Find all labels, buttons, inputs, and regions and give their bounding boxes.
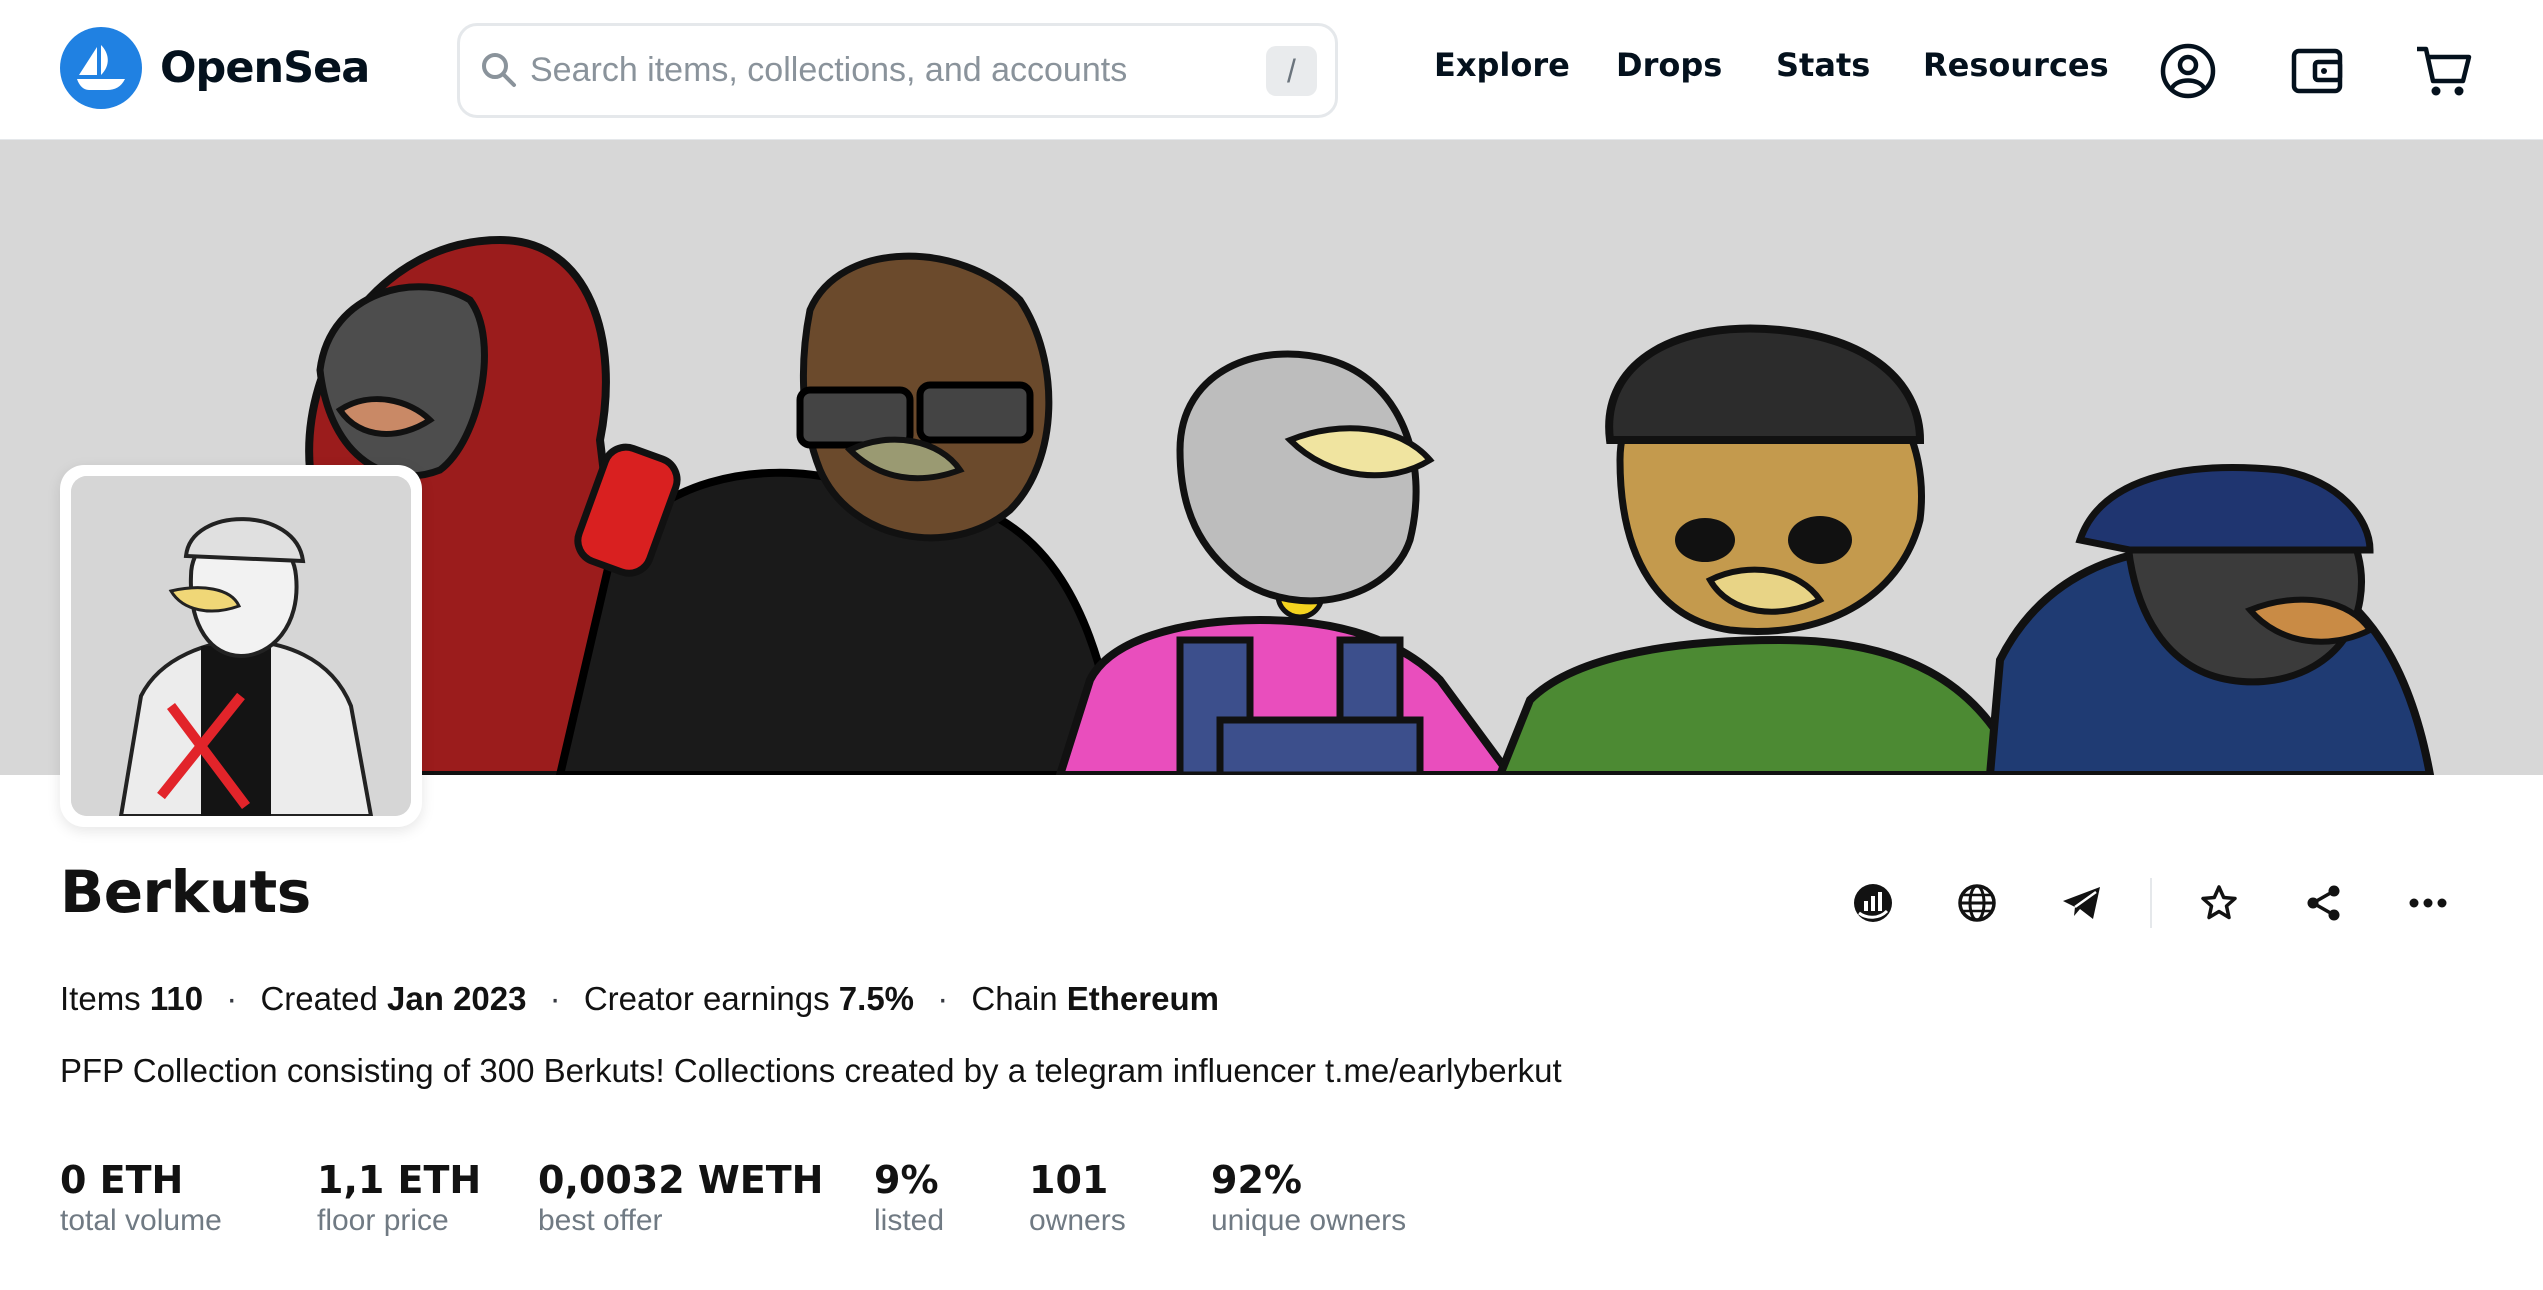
nav-resources[interactable]: Resources (1923, 46, 2109, 84)
telegram-icon[interactable] (2052, 873, 2112, 933)
profile-icon[interactable] (2155, 38, 2221, 104)
earnings-value: 7.5% (838, 980, 915, 1017)
stat-value: 9% (874, 1158, 939, 1202)
brand-name: OpenSea (160, 43, 370, 93)
stat-label: total volume (60, 1204, 222, 1237)
collection-meta: Items 110 · Created Jan 2023 · Creator e… (60, 980, 1219, 1018)
opensea-boat-icon (60, 27, 142, 109)
meta-separator: · (226, 980, 238, 1017)
earnings-label: Creator earnings (583, 980, 830, 1017)
created-label: Created (260, 980, 378, 1017)
stat-label: floor price (317, 1204, 449, 1237)
top-navbar: OpenSea / Explore Drops Stats Resources (0, 0, 2543, 140)
stat-label: listed (874, 1204, 945, 1237)
collection-description: PFP Collection consisting of 300 Berkuts… (60, 1052, 1562, 1089)
nav-stats[interactable]: Stats (1776, 46, 1870, 84)
stat-value: 101 (1029, 1158, 1109, 1202)
search-bar[interactable]: / (457, 23, 1338, 118)
cart-icon[interactable] (2410, 38, 2476, 104)
search-icon (480, 51, 518, 94)
meta-separator: · (549, 980, 561, 1017)
stat-value: 0,0032 WETH (538, 1158, 824, 1202)
collection-avatar-image (71, 476, 411, 816)
stat-value: 1,1 ETH (317, 1158, 482, 1202)
stat-value: 92% (1211, 1158, 1302, 1202)
globe-icon[interactable] (1947, 873, 2007, 933)
stat-floor-price: 1,1 ETH floor price (317, 1158, 481, 1238)
chain-label: Chain (971, 980, 1058, 1017)
nav-explore[interactable]: Explore (1434, 46, 1570, 84)
opensea-logo[interactable]: OpenSea (60, 27, 370, 109)
created-value: Jan 2023 (387, 980, 527, 1017)
collection-title: Berkuts (60, 858, 311, 926)
more-icon[interactable] (2398, 873, 2458, 933)
stat-label: owners (1029, 1204, 1126, 1237)
chain-value: Ethereum (1066, 980, 1219, 1017)
stat-value: 0 ETH (60, 1158, 184, 1202)
meta-separator: · (937, 980, 949, 1017)
stat-label: unique owners (1211, 1204, 1407, 1237)
actions-divider (2150, 878, 2152, 928)
items-value: 110 (149, 980, 204, 1017)
collection-avatar (60, 465, 422, 827)
search-input[interactable] (530, 40, 1210, 100)
activity-chart-icon[interactable] (1843, 873, 1903, 933)
stat-best-offer: 0,0032 WETH best offer (538, 1158, 823, 1238)
star-icon[interactable] (2189, 873, 2249, 933)
stat-total-volume: 0 ETH total volume (60, 1158, 222, 1238)
stat-unique-owners: 92% unique owners (1211, 1158, 1406, 1238)
nav-drops[interactable]: Drops (1616, 46, 1722, 84)
share-icon[interactable] (2294, 873, 2354, 933)
stat-owners: 101 owners (1029, 1158, 1126, 1238)
items-label: Items (60, 980, 141, 1017)
stat-label: best offer (538, 1204, 663, 1237)
wallet-icon[interactable] (2284, 38, 2350, 104)
stat-listed: 9% listed (874, 1158, 944, 1238)
search-shortcut-badge: / (1266, 46, 1317, 96)
